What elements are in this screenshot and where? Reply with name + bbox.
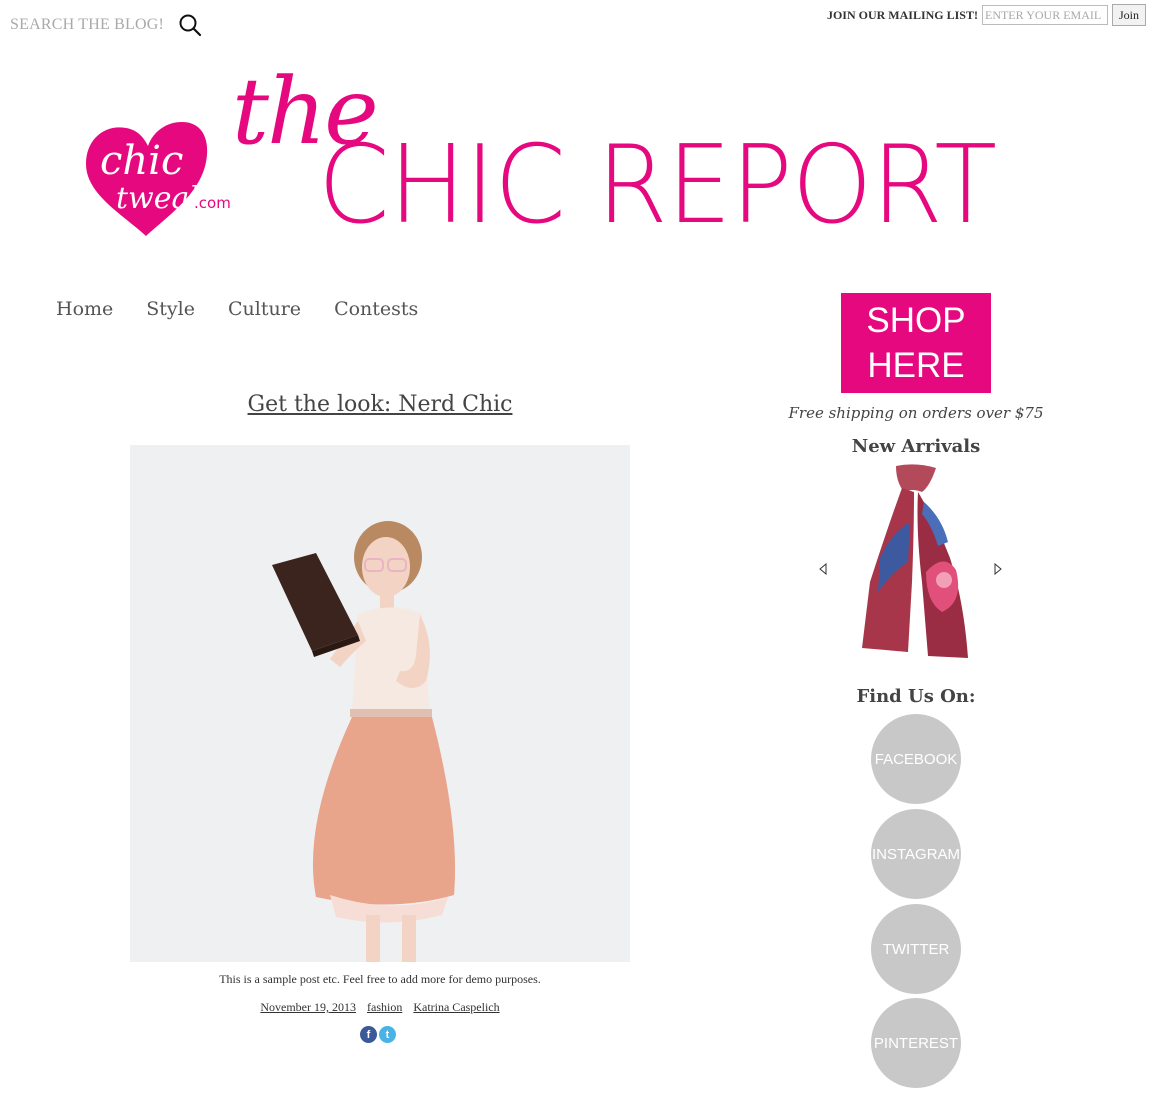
- nav-style[interactable]: Style: [146, 298, 195, 320]
- twitter-share-icon[interactable]: t: [379, 1026, 396, 1043]
- pinterest-link[interactable]: PINTEREST: [871, 998, 961, 1088]
- join-button[interactable]: Join: [1111, 4, 1146, 26]
- facebook-link[interactable]: FACEBOOK: [871, 714, 961, 804]
- post-date-link[interactable]: November 19, 2013: [260, 1000, 356, 1014]
- share-buttons: f t: [360, 1026, 396, 1043]
- brand-title: CHIC REPORT: [318, 123, 997, 248]
- shop-label-line1: SHOP: [866, 301, 966, 340]
- shop-label-line2: HERE: [867, 346, 965, 385]
- twitter-link[interactable]: TWITTER: [871, 904, 961, 994]
- post-title[interactable]: Get the look: Nerd Chic: [130, 392, 630, 417]
- nav-contests[interactable]: Contests: [334, 298, 418, 320]
- nav-culture[interactable]: Culture: [228, 298, 301, 320]
- facebook-share-icon[interactable]: f: [360, 1026, 377, 1043]
- email-field[interactable]: [981, 5, 1108, 25]
- nav-home[interactable]: Home: [56, 298, 113, 320]
- mailing-list-form: JOIN OUR MAILING LIST! Join: [827, 4, 1146, 26]
- post-image: [130, 445, 630, 962]
- free-shipping-note: Free shipping on orders over $75: [788, 404, 1044, 422]
- carousel-next-icon[interactable]: [992, 560, 1004, 576]
- blog-search: [10, 12, 203, 38]
- post-caption: This is a sample post etc. Feel free to …: [219, 972, 541, 986]
- shop-here-button[interactable]: SHOP HERE: [841, 293, 991, 393]
- new-arrival-scarf-image[interactable]: [852, 462, 980, 660]
- search-input[interactable]: [10, 16, 175, 34]
- carousel-prev-icon[interactable]: [817, 560, 829, 576]
- post-meta: November 19, 2013 fashion Katrina Caspel…: [130, 1000, 630, 1015]
- mailing-list-label: JOIN OUR MAILING LIST!: [826, 7, 978, 22]
- svg-text:.com: .com: [194, 194, 231, 212]
- search-icon[interactable]: [177, 12, 203, 38]
- new-arrivals-heading: New Arrivals: [851, 436, 981, 457]
- post-author-link[interactable]: Katrina Caspelich: [413, 1000, 499, 1014]
- svg-text:chic: chic: [100, 138, 183, 184]
- instagram-link[interactable]: INSTAGRAM: [871, 809, 961, 899]
- main-nav: Home Style Culture Contests: [56, 298, 418, 320]
- chictweak-logo[interactable]: chic tweak .com: [82, 118, 242, 243]
- post-category-link[interactable]: fashion: [367, 1000, 402, 1014]
- find-us-heading: Find Us On:: [856, 686, 976, 707]
